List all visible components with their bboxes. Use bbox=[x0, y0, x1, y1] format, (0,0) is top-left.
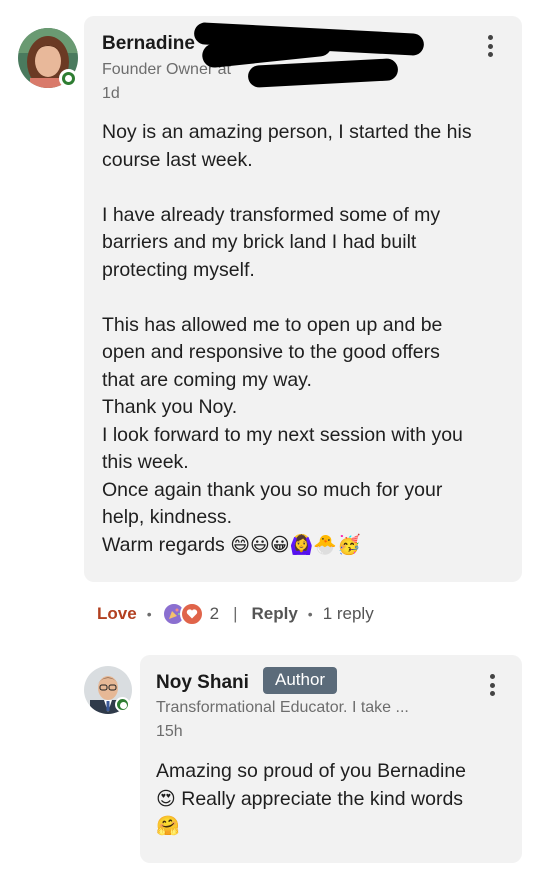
separator-dot: • bbox=[307, 606, 313, 622]
comment-line: Thank you Noy. bbox=[102, 396, 238, 418]
author-badge: Author bbox=[263, 667, 338, 694]
reply-line: 😍 Really appreciate the kind words bbox=[156, 786, 516, 814]
closing-text: Warm regards bbox=[102, 533, 225, 556]
closing-emojis: 😄😃😀🙆‍♀️🐣🥳 bbox=[230, 533, 361, 556]
comment-line: This has allowed me to open up and be bbox=[102, 313, 443, 336]
comment-line: Noy is an amazing person, I started the … bbox=[102, 121, 472, 143]
reply-bubble: Noy Shani Author Transformational Educat… bbox=[140, 655, 522, 863]
avatar-noy-shani[interactable] bbox=[84, 666, 132, 714]
more-vertical-icon[interactable] bbox=[489, 674, 495, 696]
reply-line-text: Really appreciate the kind words bbox=[181, 787, 464, 810]
love-icon bbox=[179, 602, 204, 626]
online-status-icon bbox=[115, 697, 130, 712]
comment-line: Once again thank you so much for your bbox=[102, 478, 443, 501]
comment-line: barriers and my brick land I had built bbox=[102, 231, 417, 253]
reply-author-name[interactable]: Noy Shani bbox=[156, 672, 249, 694]
comment-line: that are coming my way. bbox=[102, 368, 312, 391]
avatar-bernadine[interactable] bbox=[18, 28, 78, 88]
reaction-count: 2 bbox=[209, 604, 220, 623]
separator-pipe: | bbox=[233, 604, 238, 623]
comment-actions: Love • 2 | Reply • 1 reply bbox=[97, 602, 374, 626]
separator-dot: • bbox=[146, 606, 152, 622]
heart-eyes-emoji: 😍 bbox=[156, 787, 176, 810]
redaction-mark bbox=[247, 58, 399, 88]
reaction-summary[interactable]: 2 bbox=[161, 602, 220, 626]
comment-closing-line: Warm regards 😄😃😀🙆‍♀️🐣🥳 bbox=[102, 532, 512, 560]
reply-line: Amazing so proud of you Bernadine bbox=[156, 760, 467, 782]
reply-body: Amazing so proud of you Bernadine 😍 Real… bbox=[156, 758, 516, 841]
comment-line: I have already transformed some of my bbox=[102, 203, 441, 226]
comment-line: open and responsive to the good offers bbox=[102, 341, 440, 363]
comment-bubble: Bernadine Founder Owner at 1d Noy is an … bbox=[84, 16, 522, 582]
comment-line: course last week. bbox=[102, 148, 253, 171]
reply-timestamp: 15h bbox=[156, 723, 183, 740]
reply-line: 🤗 bbox=[156, 813, 516, 841]
reply-author-headline: Transformational Educator. I take ... bbox=[156, 699, 409, 716]
comment-line: this week. bbox=[102, 451, 189, 473]
online-status-icon bbox=[59, 69, 78, 88]
comment-timestamp: 1d bbox=[102, 85, 120, 102]
comment-line: I look forward to my next session with y… bbox=[102, 423, 463, 446]
love-reaction-button[interactable]: Love bbox=[97, 604, 137, 624]
comment-body: Noy is an amazing person, I started the … bbox=[102, 119, 512, 559]
comment-author-name[interactable]: Bernadine bbox=[102, 33, 195, 55]
comment-line: protecting myself. bbox=[102, 258, 255, 281]
hugging-emoji: 🤗 bbox=[156, 815, 180, 837]
reply-count-link[interactable]: 1 reply bbox=[323, 604, 374, 624]
comment-line: help, kindness. bbox=[102, 506, 233, 528]
reply-button[interactable]: Reply bbox=[251, 604, 297, 624]
more-vertical-icon[interactable] bbox=[487, 35, 493, 57]
